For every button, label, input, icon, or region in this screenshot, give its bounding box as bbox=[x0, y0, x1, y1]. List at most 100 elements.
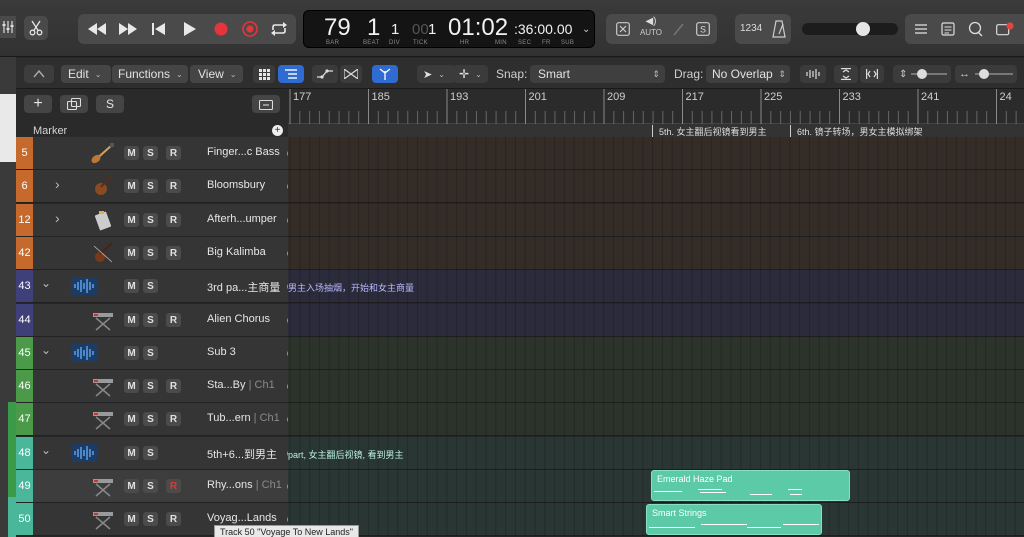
horizontal-zoom-knob[interactable] bbox=[979, 69, 989, 79]
track-name[interactable]: Finger...c Bass bbox=[207, 146, 280, 158]
track-header-42[interactable]: 42 M S R Big Kalimba bbox=[16, 237, 294, 270]
mixer-icon[interactable] bbox=[0, 16, 16, 38]
solo-button[interactable]: S bbox=[143, 446, 158, 460]
note-pad-button[interactable] bbox=[936, 14, 960, 44]
cycle-button[interactable] bbox=[264, 14, 294, 44]
mute-button[interactable]: M bbox=[124, 379, 139, 393]
scissors-button[interactable] bbox=[24, 16, 48, 40]
horizontal-zoom-control[interactable]: ↔ bbox=[955, 65, 1017, 83]
audio-waveform-icon[interactable] bbox=[70, 273, 98, 299]
record-enable-button[interactable]: R bbox=[166, 379, 181, 393]
low-latency-button[interactable] bbox=[610, 14, 636, 44]
track-name[interactable]: Alien Chorus bbox=[207, 313, 270, 325]
mute-button[interactable]: M bbox=[124, 479, 139, 493]
count-in-button[interactable]: 1234 bbox=[740, 23, 762, 34]
region-emerald-haze-pad[interactable]: Emerald Haze Pad bbox=[651, 470, 850, 501]
waveform-zoom-button[interactable] bbox=[800, 65, 826, 83]
track-header-body[interactable]: M S R Rhy...ons | Ch1 bbox=[33, 470, 294, 502]
track-header-body[interactable]: ⌄ M S Sub 3 bbox=[33, 337, 294, 369]
solo-button[interactable]: S bbox=[692, 14, 714, 44]
rewind-button[interactable] bbox=[82, 14, 112, 44]
track-header-body[interactable]: › M S R Bloomsbury bbox=[33, 170, 294, 202]
solo-button[interactable]: S bbox=[143, 279, 158, 293]
folder-button[interactable] bbox=[252, 95, 280, 113]
cello-icon[interactable] bbox=[87, 173, 119, 199]
solo-button[interactable]: S bbox=[143, 412, 158, 426]
lcd-dropdown-icon[interactable]: ⌄ bbox=[582, 24, 590, 35]
record-enable-button[interactable]: R bbox=[166, 512, 181, 526]
automation-button[interactable] bbox=[312, 65, 338, 83]
record-enable-button[interactable]: R bbox=[166, 313, 181, 327]
track-header-body[interactable]: M S R Tub...ern | Ch1 bbox=[33, 403, 294, 435]
snap-select[interactable]: Smart ⇕ bbox=[530, 65, 665, 83]
track-header-body[interactable]: M S R Alien Chorus bbox=[33, 304, 294, 336]
record-enable-button[interactable]: R bbox=[166, 479, 181, 493]
list-editors-button[interactable] bbox=[909, 14, 933, 44]
solo-button[interactable]: S bbox=[143, 246, 158, 260]
sampler-icon[interactable] bbox=[87, 207, 119, 233]
mute-button[interactable]: M bbox=[124, 313, 139, 327]
global-solo-button[interactable]: S bbox=[96, 95, 124, 113]
track-lane-42[interactable] bbox=[288, 237, 1024, 270]
master-volume-slider[interactable] bbox=[802, 22, 898, 36]
track-header-body[interactable]: M S R Big Kalimba bbox=[33, 237, 294, 269]
track-name[interactable]: 3rd pa...主商量 bbox=[207, 279, 280, 295]
add-marker-icon[interactable]: + bbox=[272, 125, 283, 136]
list-view-button[interactable] bbox=[278, 65, 304, 83]
track-name[interactable]: Sub 3 bbox=[207, 346, 236, 358]
track-header-5[interactable]: 5 M S R Finger...c Bass bbox=[16, 137, 294, 170]
disclosure-right-icon[interactable]: › bbox=[55, 176, 60, 192]
catch-playhead-button[interactable] bbox=[372, 65, 398, 83]
secondary-tool-menu[interactable]: ✛ ⌄ bbox=[453, 65, 488, 83]
track-name[interactable]: Big Kalimba bbox=[207, 246, 266, 258]
solo-button[interactable]: S bbox=[143, 346, 158, 360]
mute-button[interactable]: M bbox=[124, 512, 139, 526]
drag-select[interactable]: No Overlap ⇕ bbox=[706, 65, 790, 83]
grid-view-button[interactable] bbox=[253, 65, 275, 83]
track-lane-47[interactable] bbox=[288, 403, 1024, 436]
track-header-6[interactable]: 6 › M S R Bloomsbury bbox=[16, 170, 294, 203]
region-smart-strings[interactable]: Smart Strings bbox=[646, 504, 822, 535]
record-enable-button[interactable]: R bbox=[166, 146, 181, 160]
solo-button[interactable]: S bbox=[143, 146, 158, 160]
play-button[interactable] bbox=[175, 14, 205, 44]
audio-waveform-icon[interactable] bbox=[70, 440, 98, 466]
lcd-display[interactable]: 79 1 1 00 1 01:02 :36:00.00 BAR BEAT DIV… bbox=[303, 10, 595, 48]
capture-record-button[interactable] bbox=[235, 14, 265, 44]
track-lane-44[interactable] bbox=[288, 304, 1024, 337]
track-header-body[interactable]: ⌄ M S 3rd pa...主商量 bbox=[33, 270, 294, 302]
track-lane-6[interactable] bbox=[288, 170, 1024, 203]
solo-button[interactable]: S bbox=[143, 313, 158, 327]
vertical-zoom-knob[interactable] bbox=[917, 69, 927, 79]
track-header-43[interactable]: 43 ⌄ M S 3rd pa...主商量 bbox=[16, 270, 294, 303]
vertical-fit-button[interactable] bbox=[834, 65, 858, 83]
bass-guitar-icon[interactable] bbox=[87, 140, 119, 166]
pointer-tool-menu[interactable]: ➤ ⌄ bbox=[417, 65, 455, 83]
disclosure-down-icon[interactable]: ⌄ bbox=[41, 276, 51, 290]
go-to-beginning-button[interactable] bbox=[144, 14, 174, 44]
mute-button[interactable]: M bbox=[124, 179, 139, 193]
disclosure-down-icon[interactable]: ⌄ bbox=[41, 343, 51, 357]
mute-button[interactable]: M bbox=[124, 246, 139, 260]
marker-6th[interactable]: 6th. 镜子转场，男女主模拟绑架 bbox=[790, 125, 1024, 137]
inspector-edge[interactable] bbox=[0, 57, 16, 537]
keyboard-stand-icon[interactable] bbox=[87, 473, 119, 499]
mute-button[interactable]: M bbox=[124, 446, 139, 460]
track-header-49[interactable]: 49 M S R Rhy...ons | Ch1 bbox=[16, 470, 294, 503]
edit-menu[interactable]: Edit ⌄ bbox=[61, 65, 111, 83]
track-lane-45[interactable] bbox=[288, 337, 1024, 370]
keyboard-stand-icon[interactable] bbox=[87, 406, 119, 432]
loop-browser-button[interactable] bbox=[963, 14, 987, 44]
auto-button[interactable]: ◀︎) AUTO bbox=[638, 16, 664, 44]
mute-button[interactable]: M bbox=[124, 346, 139, 360]
horizontal-fit-button[interactable] bbox=[860, 65, 884, 83]
vertical-zoom-control[interactable]: ⇕ bbox=[893, 65, 951, 83]
track-lane-5[interactable] bbox=[288, 137, 1024, 170]
record-enable-button[interactable]: R bbox=[166, 213, 181, 227]
audio-waveform-icon[interactable] bbox=[70, 340, 98, 366]
record-enable-button[interactable]: R bbox=[166, 179, 181, 193]
browsers-button[interactable] bbox=[991, 14, 1019, 44]
keyboard-stand-icon[interactable] bbox=[87, 307, 119, 333]
track-lane-12[interactable] bbox=[288, 204, 1024, 237]
track-header-48[interactable]: 48 ⌄ M S 5th+6...到男主 bbox=[16, 437, 294, 470]
